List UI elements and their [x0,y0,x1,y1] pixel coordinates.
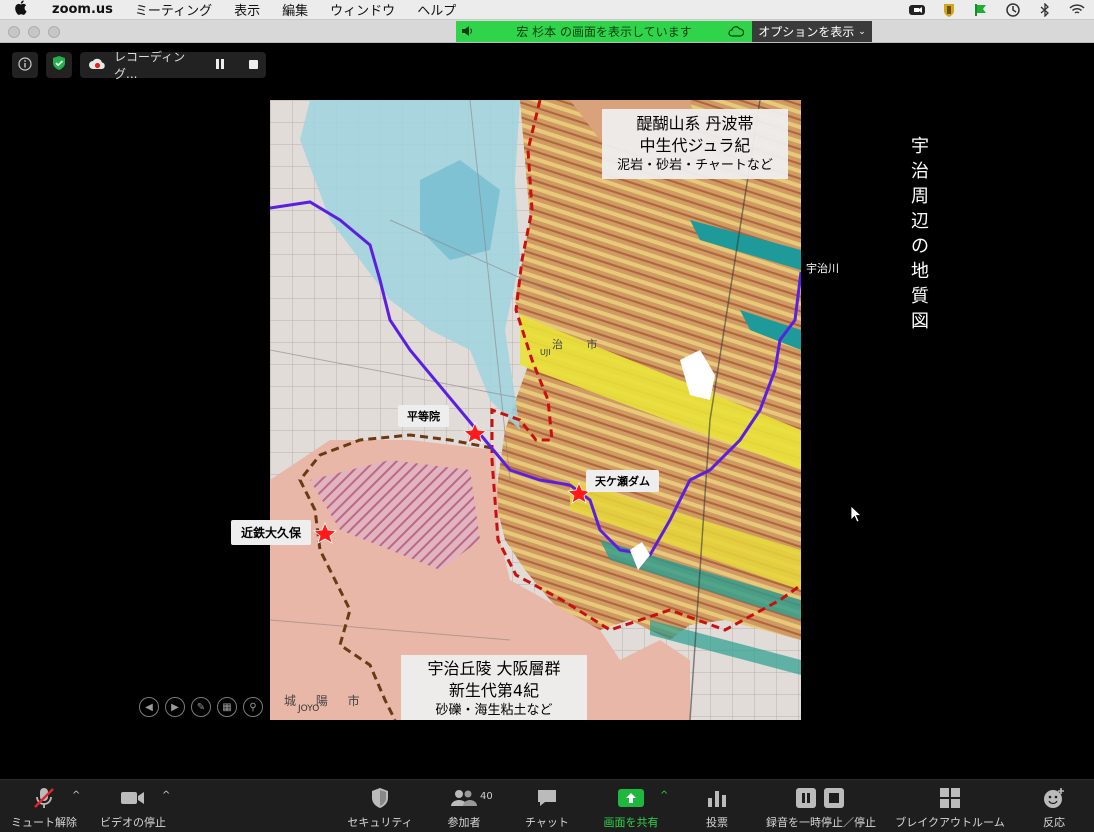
zoom-slide-icon[interactable]: ⚲ [243,697,263,717]
next-slide-icon[interactable]: ▶ [165,697,185,717]
pause-stop-icon [796,786,846,810]
close-window-button[interactable] [8,26,20,38]
menu-help[interactable]: ヘルプ [417,0,456,19]
osaka-rocks: 砂礫・海生粘土など [435,703,553,718]
flag-icon[interactable] [972,3,990,17]
chat-bubble-icon [536,786,558,810]
recording-controls-label: 録音を一時停止／停止 [766,816,876,829]
unmute-label: ミュート解除 [11,816,77,829]
menu-meeting[interactable]: ミーティング [135,0,212,19]
security-label: セキュリティ [347,816,413,829]
geologic-map [270,100,801,720]
recording-controls-button[interactable]: 録音を一時停止／停止 [764,786,878,830]
stop-video-label: ビデオの停止 [100,816,166,829]
meeting-top-controls: レコーディング... [12,50,266,81]
pen-icon[interactable]: ✎ [191,697,211,717]
meeting-info-button[interactable] [12,52,38,78]
menu-edit[interactable]: 編集 [282,0,308,19]
poll-button[interactable]: 投票 [700,786,734,830]
tanba-title: 醍醐山系 丹波帯 [636,114,754,133]
participants-label: 参加者 [447,816,481,829]
recording-label: レコーディング... [114,50,186,81]
label-byodoin: 平等院 [398,405,449,427]
share-status: 宏 杉本 の画面を表示しています [456,21,752,42]
geology-box-tanba: 醍醐山系 丹波帯 中生代ジュラ紀 泥岩・砂岩・チャートなど [602,109,788,179]
previous-slide-icon[interactable]: ◀ [139,697,159,717]
meeting-toolbar: ミュート解除 ^ ビデオの停止 ^ セキュリティ 参加者 40 チャット 画面を… [0,779,1094,832]
share-screen-label: 画面を共有 [603,816,659,829]
osaka-era: 新生代第4紀 [448,681,540,700]
poll-label: 投票 [706,816,728,829]
river-label: 宇治川 [806,262,839,275]
unmute-button[interactable]: ミュート解除 [10,786,78,830]
menubar: zoom.us ミーティング 表示 編集 ウィンドウ ヘルプ [0,0,1094,20]
share-screen-icon [618,786,644,810]
share-options-caret-icon[interactable]: ^ [660,790,668,801]
mic-muted-icon [32,786,56,810]
reactions-button[interactable]: 反応 [1038,786,1070,830]
chevron-down-icon: ⌄ [858,26,866,37]
participant-count: 40 [480,791,493,802]
stop-recording-button[interactable] [249,58,258,72]
map-label-joyo-romaji: JOYO [298,704,320,714]
menu-app[interactable]: zoom.us [52,2,113,17]
all-slides-icon[interactable]: ▦ [217,697,237,717]
breakout-rooms-button[interactable]: ブレイクアウトルーム [892,786,1008,830]
participants-icon [451,786,477,810]
shield-icon [370,786,390,810]
apple-icon[interactable] [14,0,32,19]
share-status-text: 宏 杉本 の画面を表示しています [516,25,692,39]
norton-icon[interactable] [940,3,958,17]
video-camera-icon [120,786,146,810]
stop-video-button[interactable]: ビデオの停止 [100,786,166,830]
tanba-rocks: 泥岩・砂岩・チャートなど [617,158,773,173]
map-label-city-joyo: 城 陽 市 [284,694,368,708]
info-icon [18,56,32,75]
pause-recording-button[interactable] [215,58,225,72]
label-dam: 天ケ瀬ダム [586,470,659,492]
cloud-icon [728,26,745,40]
audio-options-caret-icon[interactable]: ^ [72,790,80,801]
slide-title-vertical: 宇治周辺の地質図 [911,136,929,332]
wifi-icon[interactable] [1068,3,1086,17]
osaka-title: 宇治丘陵 大阪層群 [427,659,561,678]
menu-window[interactable]: ウィンドウ [330,0,395,19]
map-label-uji-romaji: UJI [540,348,551,357]
share-indicator-bar: 宏 杉本 の画面を表示しています オプションを表示 ⌄ [456,21,872,42]
geology-box-osaka: 宇治丘陵 大阪層群 新生代第4紀 砂礫・海生粘土など [401,655,587,720]
bar-chart-icon [707,786,727,810]
slideshow-controls: ◀ ▶ ✎ ▦ ⚲ [139,697,263,717]
zoom-status-icon[interactable] [908,3,926,17]
map-label-city-uji: 治 市 [552,338,608,351]
label-kintetsu: 近鉄大久保 [231,520,312,545]
encryption-button[interactable] [46,52,72,78]
breakout-rooms-label: ブレイクアウトルーム [895,816,1005,829]
breakout-grid-icon [940,786,960,810]
tanba-era: 中生代ジュラ紀 [639,136,751,155]
minimize-window-button[interactable] [28,26,40,38]
chat-label: チャット [525,816,569,829]
share-screen-button[interactable]: 画面を共有 [600,786,662,830]
view-options-label: オプションを表示 [758,25,855,39]
video-options-caret-icon[interactable]: ^ [162,790,170,801]
bluetooth-icon[interactable] [1036,3,1054,17]
cloud-record-icon [88,57,106,73]
shared-slide-geologic-map: UJI 治 市 城 陽 市 JOYO 醍醐山系 丹波帯 中生代ジュラ紀 泥岩・砂… [270,100,801,720]
participants-button[interactable]: 参加者 [444,786,484,830]
recording-indicator: レコーディング... [80,50,266,81]
mouse-cursor-icon [850,505,863,527]
security-button[interactable]: セキュリティ [346,786,414,830]
time-machine-icon[interactable] [1004,3,1022,17]
emoji-plus-icon [1043,786,1065,810]
chat-button[interactable]: チャット [521,786,573,830]
zoom-window-button[interactable] [48,26,60,38]
reactions-label: 反応 [1043,816,1065,829]
menu-view[interactable]: 表示 [234,0,260,19]
shield-check-icon [52,55,66,75]
view-options-button[interactable]: オプションを表示 ⌄ [752,21,872,42]
